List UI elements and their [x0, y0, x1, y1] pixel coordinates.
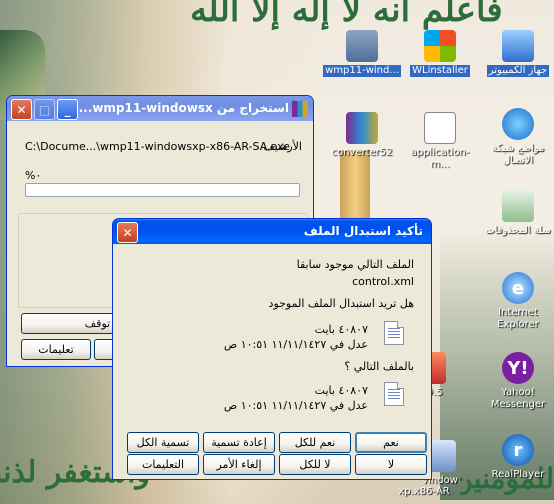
close-button[interactable]: ✕	[11, 99, 32, 120]
archive-label: الأرشيف	[263, 140, 302, 153]
recycle-bin-icon	[502, 190, 534, 222]
yes-button[interactable]: نعم	[355, 432, 427, 453]
help-button[interactable]: تعليمات	[21, 339, 91, 360]
windows-flag-icon	[424, 30, 456, 62]
confirm-dialog-title: تأكيد استبدال الملف	[303, 224, 423, 238]
confirm-dialog-titlebar[interactable]: تأكيد استبدال الملف ✕	[113, 219, 431, 244]
desktop-icon-recycle-bin[interactable]: سلة المحذوفات	[478, 190, 554, 237]
desktop-icon-application[interactable]: application-m...	[400, 112, 480, 171]
desktop-icon-wmp11[interactable]: wmp11-wind...	[322, 30, 402, 77]
archive-path: C:\Docume...\wmp11-windowsxp-x86-AR-SA.e…	[25, 140, 291, 153]
close-button[interactable]: ✕	[117, 222, 138, 243]
close-icon: ✕	[122, 225, 133, 240]
extract-progress-bar	[25, 183, 300, 197]
file-name: control.xml	[352, 275, 414, 288]
minimize-icon: _	[64, 102, 71, 117]
realplayer-icon: r	[502, 434, 534, 466]
desktop-icon-wlinstaller[interactable]: WLinstaller	[400, 30, 480, 77]
winrar-icon	[292, 101, 308, 117]
confirm-replace-dialog[interactable]: تأكيد استبدال الملف ✕ الملف التالي موجود…	[112, 218, 432, 480]
existing-file-label: الملف التالي موجود سابقا	[296, 258, 414, 271]
no-button[interactable]: لا	[355, 454, 427, 475]
yahoo-messenger-icon: Y!	[502, 352, 534, 384]
with-file-label: بالملف التالي ؟	[344, 360, 414, 373]
new-file-modified: عدل في ١١/١١/١٤٢٧ ١٠:٥١ ص	[223, 399, 368, 412]
existing-file-icon	[384, 321, 404, 345]
close-icon: ✕	[16, 102, 27, 117]
percent-text: %۰	[25, 169, 42, 182]
folder-icon	[346, 30, 378, 62]
existing-file-modified: عدل في ١١/١١/١٤٢٧ ١٠:٥١ ص	[223, 338, 368, 351]
maximize-button[interactable]: □	[34, 99, 55, 120]
desktop-icon-xp-x86[interactable]: xp.x86-AR	[394, 486, 454, 498]
extract-window-title: استخراج من wmp11-windowsx...	[78, 101, 289, 115]
desktop-icon-yahoo-messenger[interactable]: Y! Yahoo! Messenger	[478, 352, 554, 411]
confirm-dialog-body: الملف التالي موجود سابقا control.xml هل …	[116, 244, 428, 476]
maximize-icon: □	[38, 102, 51, 117]
existing-file-size: ٤٠٨٠٧ بايت	[314, 323, 368, 336]
desktop-icon-my-computer[interactable]: جهاز الكمبيوتر	[478, 30, 554, 77]
network-places-icon	[502, 108, 534, 140]
extract-window-titlebar[interactable]: استخراج من wmp11-windowsx... ✕ □ _	[7, 96, 313, 121]
desktop-icon-internet-explorer[interactable]: e Internet Explorer	[478, 272, 554, 331]
internet-explorer-icon: e	[502, 272, 534, 304]
new-file-size: ٤٠٨٠٧ بايت	[314, 384, 368, 397]
help-button[interactable]: التعليمات	[127, 454, 199, 475]
desktop-icon-converter52[interactable]: converter52	[322, 112, 402, 159]
wallpaper-calligraphy-top: فاعلم أنه لا إله إلا الله	[190, 0, 503, 30]
winrar-archive-icon	[346, 112, 378, 144]
yes-to-all-button[interactable]: نعم للكل	[279, 432, 351, 453]
cancel-button[interactable]: إلغاء الأمر	[203, 454, 275, 475]
desktop-icon-realplayer[interactable]: r RealPlayer	[478, 434, 554, 481]
minimize-button[interactable]: _	[57, 99, 78, 120]
desktop-icon-network-places[interactable]: مواضع شبكة الاتصال	[478, 108, 554, 167]
rename-all-button[interactable]: تسمية الكل	[127, 432, 199, 453]
my-computer-icon	[502, 30, 534, 62]
new-file-icon	[384, 382, 404, 406]
replace-question: هل تريد استبدال الملف الموجود	[268, 297, 414, 310]
rename-button[interactable]: إعادة تسمية	[203, 432, 275, 453]
document-icon	[424, 112, 456, 144]
no-to-all-button[interactable]: لا للكل	[279, 454, 351, 475]
